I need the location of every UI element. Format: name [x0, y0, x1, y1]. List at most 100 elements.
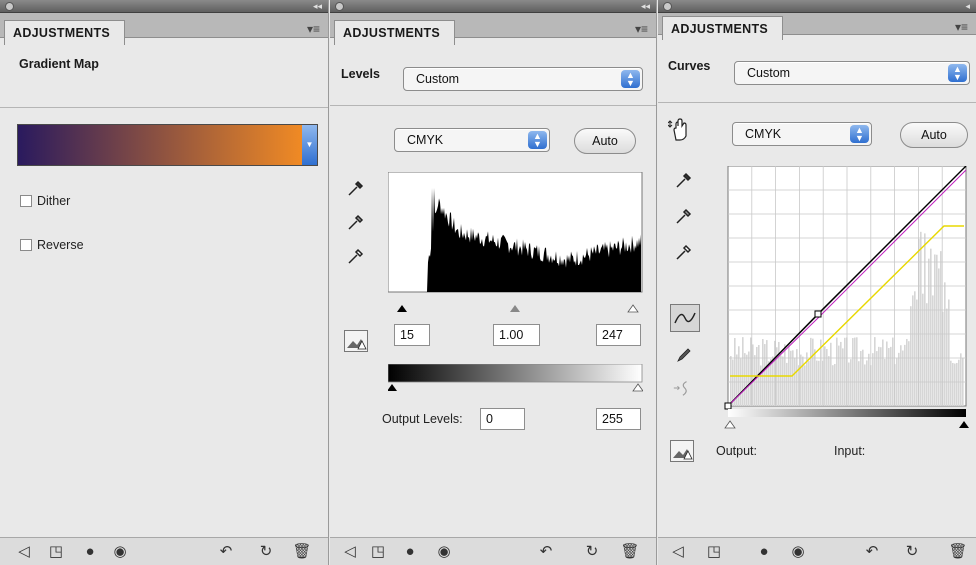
dither-checkbox[interactable] [20, 195, 32, 207]
layer-mask-icon[interactable]: ● [754, 544, 774, 560]
output-black-slider[interactable] [388, 384, 397, 391]
input-black-field[interactable]: 15 [394, 324, 430, 346]
input-label: Input: [834, 444, 866, 458]
channel-value: CMYK [407, 133, 444, 147]
output-white-slider[interactable] [632, 383, 643, 392]
reverse-checkbox[interactable] [20, 239, 32, 251]
reset-icon[interactable]: ↻ [902, 544, 922, 560]
reset-icon[interactable]: ↻ [582, 544, 602, 560]
clipping-warning-icon[interactable] [670, 440, 694, 462]
collapse-icon[interactable]: ◂◂ [641, 0, 650, 13]
gradient-preview[interactable] [18, 125, 302, 165]
divider [658, 102, 976, 103]
gamma-slider[interactable] [510, 305, 520, 312]
black-point-slider[interactable] [397, 305, 407, 312]
panel-bottom-toolbar: ◁ ◳ ● ◉ ↶ ↻ 🗑 [658, 537, 976, 565]
divider [330, 105, 656, 106]
dropdown-arrows-icon: ▲ ▼ [528, 131, 547, 149]
panel-menu-icon[interactable]: ▾≡ [635, 20, 648, 38]
output-gradient [388, 364, 643, 392]
input-white-field[interactable]: 247 [596, 324, 641, 346]
visibility-eye-icon[interactable]: ◉ [110, 544, 130, 560]
divider [0, 107, 328, 108]
input-white-slider[interactable] [724, 420, 736, 429]
collapse-icon[interactable]: ◂◂ [313, 0, 322, 13]
trash-icon[interactable]: 🗑 [292, 544, 312, 560]
layer-mask-icon[interactable]: ● [80, 544, 100, 560]
close-button[interactable] [335, 2, 344, 11]
gradient-picker[interactable]: ▼ [17, 124, 318, 166]
levels-panel: ◂◂ ADJUSTMENTS ▾≡ Levels Custom ▲ ▼ CMYK … [330, 0, 657, 565]
clipping-warning-icon[interactable] [344, 330, 368, 352]
tab-adjustments[interactable]: ADJUSTMENTS [334, 20, 456, 45]
view-previous-icon[interactable]: ↶ [216, 544, 236, 560]
panel-menu-icon[interactable]: ▾≡ [955, 18, 968, 36]
clip-to-layer-icon[interactable]: ◳ [46, 544, 66, 560]
panel-titlebar: ◂◂ [330, 0, 656, 13]
dither-label: Dither [37, 194, 71, 208]
auto-button[interactable]: Auto [900, 122, 968, 148]
tab-adjustments[interactable]: ADJUSTMENTS [662, 16, 784, 40]
panel-title: Levels [341, 67, 380, 81]
channel-dropdown[interactable]: CMYK ▲ ▼ [394, 128, 550, 152]
white-eyedropper-icon[interactable] [346, 246, 366, 266]
panel-title: Curves [668, 59, 711, 73]
close-button[interactable] [663, 2, 672, 11]
panel-menu-icon[interactable]: ▾≡ [307, 20, 320, 38]
preset-dropdown[interactable]: Custom ▲ ▼ [734, 61, 970, 85]
close-button[interactable] [5, 2, 14, 11]
preset-dropdown[interactable]: Custom ▲ ▼ [403, 67, 643, 91]
collapse-icon[interactable]: ◂ [965, 0, 970, 13]
reverse-label: Reverse [37, 238, 84, 252]
back-arrow-icon[interactable]: ◁ [668, 544, 688, 560]
reverse-checkbox-row[interactable]: Reverse [20, 238, 84, 252]
gradient-map-panel: ◂◂ ADJUSTMENTS ▾≡ Gradient Map ▼ Dither … [0, 0, 329, 565]
clip-to-layer-icon[interactable]: ◳ [704, 544, 724, 560]
back-arrow-icon[interactable]: ◁ [340, 544, 360, 560]
visibility-eye-icon[interactable]: ◉ [788, 544, 808, 560]
layer-mask-icon[interactable]: ● [400, 544, 420, 560]
gray-eyedropper-icon[interactable] [674, 206, 694, 226]
reset-icon[interactable]: ↻ [256, 544, 276, 560]
output-black-field[interactable]: 0 [480, 408, 525, 430]
pencil-icon[interactable] [674, 345, 694, 365]
dropdown-arrows-icon: ▲ ▼ [621, 70, 640, 88]
dropdown-arrows-icon: ▲ ▼ [850, 125, 869, 143]
output-white-field[interactable]: 255 [596, 408, 641, 430]
channel-dropdown[interactable]: CMYK ▲ ▼ [732, 122, 872, 146]
output-levels-label: Output Levels: [382, 412, 463, 426]
channel-value: CMYK [745, 127, 782, 141]
gray-eyedropper-icon[interactable] [346, 212, 366, 232]
trash-icon[interactable]: 🗑 [948, 544, 968, 560]
back-arrow-icon[interactable]: ◁ [14, 544, 34, 560]
tab-adjustments[interactable]: ADJUSTMENTS [4, 20, 126, 45]
dither-checkbox-row[interactable]: Dither [20, 194, 70, 208]
black-eyedropper-icon[interactable] [674, 170, 694, 190]
panel-titlebar: ◂ [658, 0, 976, 13]
dropdown-arrows-icon: ▲ ▼ [948, 64, 967, 82]
histogram [388, 172, 643, 313]
white-eyedropper-icon[interactable] [674, 242, 694, 262]
preset-value: Custom [416, 72, 460, 86]
panel-title: Gradient Map [19, 57, 99, 71]
panel-bottom-toolbar: ◁ ◳ ● ◉ ↶ ↻ 🗑 [0, 537, 328, 565]
clip-to-layer-icon[interactable]: ◳ [368, 544, 388, 560]
curve-point-black[interactable] [724, 402, 732, 410]
curve-point-mid[interactable] [814, 310, 822, 318]
visibility-eye-icon[interactable]: ◉ [434, 544, 454, 560]
curves-panel: ◂ ADJUSTMENTS ▾≡ Curves Custom ▲ ▼ CMYK ▲… [658, 0, 976, 565]
input-black-slider[interactable] [959, 421, 969, 428]
auto-button[interactable]: Auto [574, 128, 636, 154]
curve-point-tool-button[interactable] [670, 304, 700, 332]
trash-icon[interactable]: 🗑 [620, 544, 640, 560]
input-gamma-field[interactable]: 1.00 [493, 324, 540, 346]
panel-bottom-toolbar: ◁ ◳ ● ◉ ↶ ↻ 🗑 [330, 537, 656, 565]
gradient-dropdown-arrow-icon[interactable]: ▼ [302, 125, 317, 165]
view-previous-icon[interactable]: ↶ [536, 544, 556, 560]
smooth-curve-icon[interactable] [672, 378, 692, 398]
curves-graph[interactable] [718, 166, 972, 434]
black-eyedropper-icon[interactable] [346, 178, 366, 198]
white-point-slider[interactable] [627, 304, 639, 313]
on-image-adjust-hand-icon[interactable] [668, 118, 694, 144]
view-previous-icon[interactable]: ↶ [862, 544, 882, 560]
